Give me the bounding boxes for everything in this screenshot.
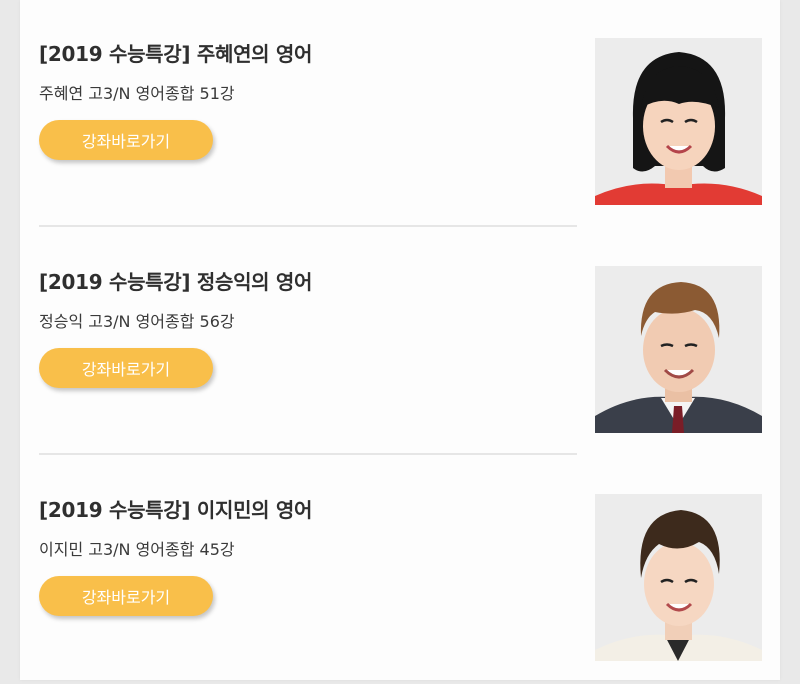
item-divider — [39, 225, 577, 227]
lecture-subtitle: 이지민 고3/N 영어종합 45강 — [39, 540, 235, 559]
teacher-portrait-icon — [595, 38, 762, 205]
teacher-photo[interactable] — [595, 38, 762, 205]
teacher-portrait-icon — [595, 266, 762, 433]
teacher-photo[interactable] — [595, 494, 762, 661]
lecture-subtitle: 주혜연 고3/N 영어종합 51강 — [39, 84, 235, 103]
go-to-course-button[interactable]: 강좌바로가기 — [39, 120, 213, 160]
lecture-subtitle: 정승익 고3/N 영어종합 56강 — [39, 312, 235, 331]
lecture-list-card: [2019 수능특강] 주혜연의 영어 주혜연 고3/N 영어종합 51강 강좌… — [20, 0, 780, 680]
lecture-title: [2019 수능특강] 정승익의 영어 — [39, 270, 313, 294]
lecture-title: [2019 수능특강] 이지민의 영어 — [39, 498, 313, 522]
teacher-portrait-icon — [595, 494, 762, 661]
teacher-photo[interactable] — [595, 266, 762, 433]
go-to-course-button[interactable]: 강좌바로가기 — [39, 348, 213, 388]
lecture-item: [2019 수능특강] 정승익의 영어 정승익 고3/N 영어종합 56강 강좌… — [39, 228, 762, 456]
lecture-item: [2019 수능특강] 이지민의 영어 이지민 고3/N 영어종합 45강 강좌… — [39, 456, 762, 684]
item-divider — [39, 453, 577, 455]
go-to-course-button[interactable]: 강좌바로가기 — [39, 576, 213, 616]
lecture-title: [2019 수능특강] 주혜연의 영어 — [39, 42, 313, 66]
lecture-item: [2019 수능특강] 주혜연의 영어 주혜연 고3/N 영어종합 51강 강좌… — [39, 0, 762, 228]
